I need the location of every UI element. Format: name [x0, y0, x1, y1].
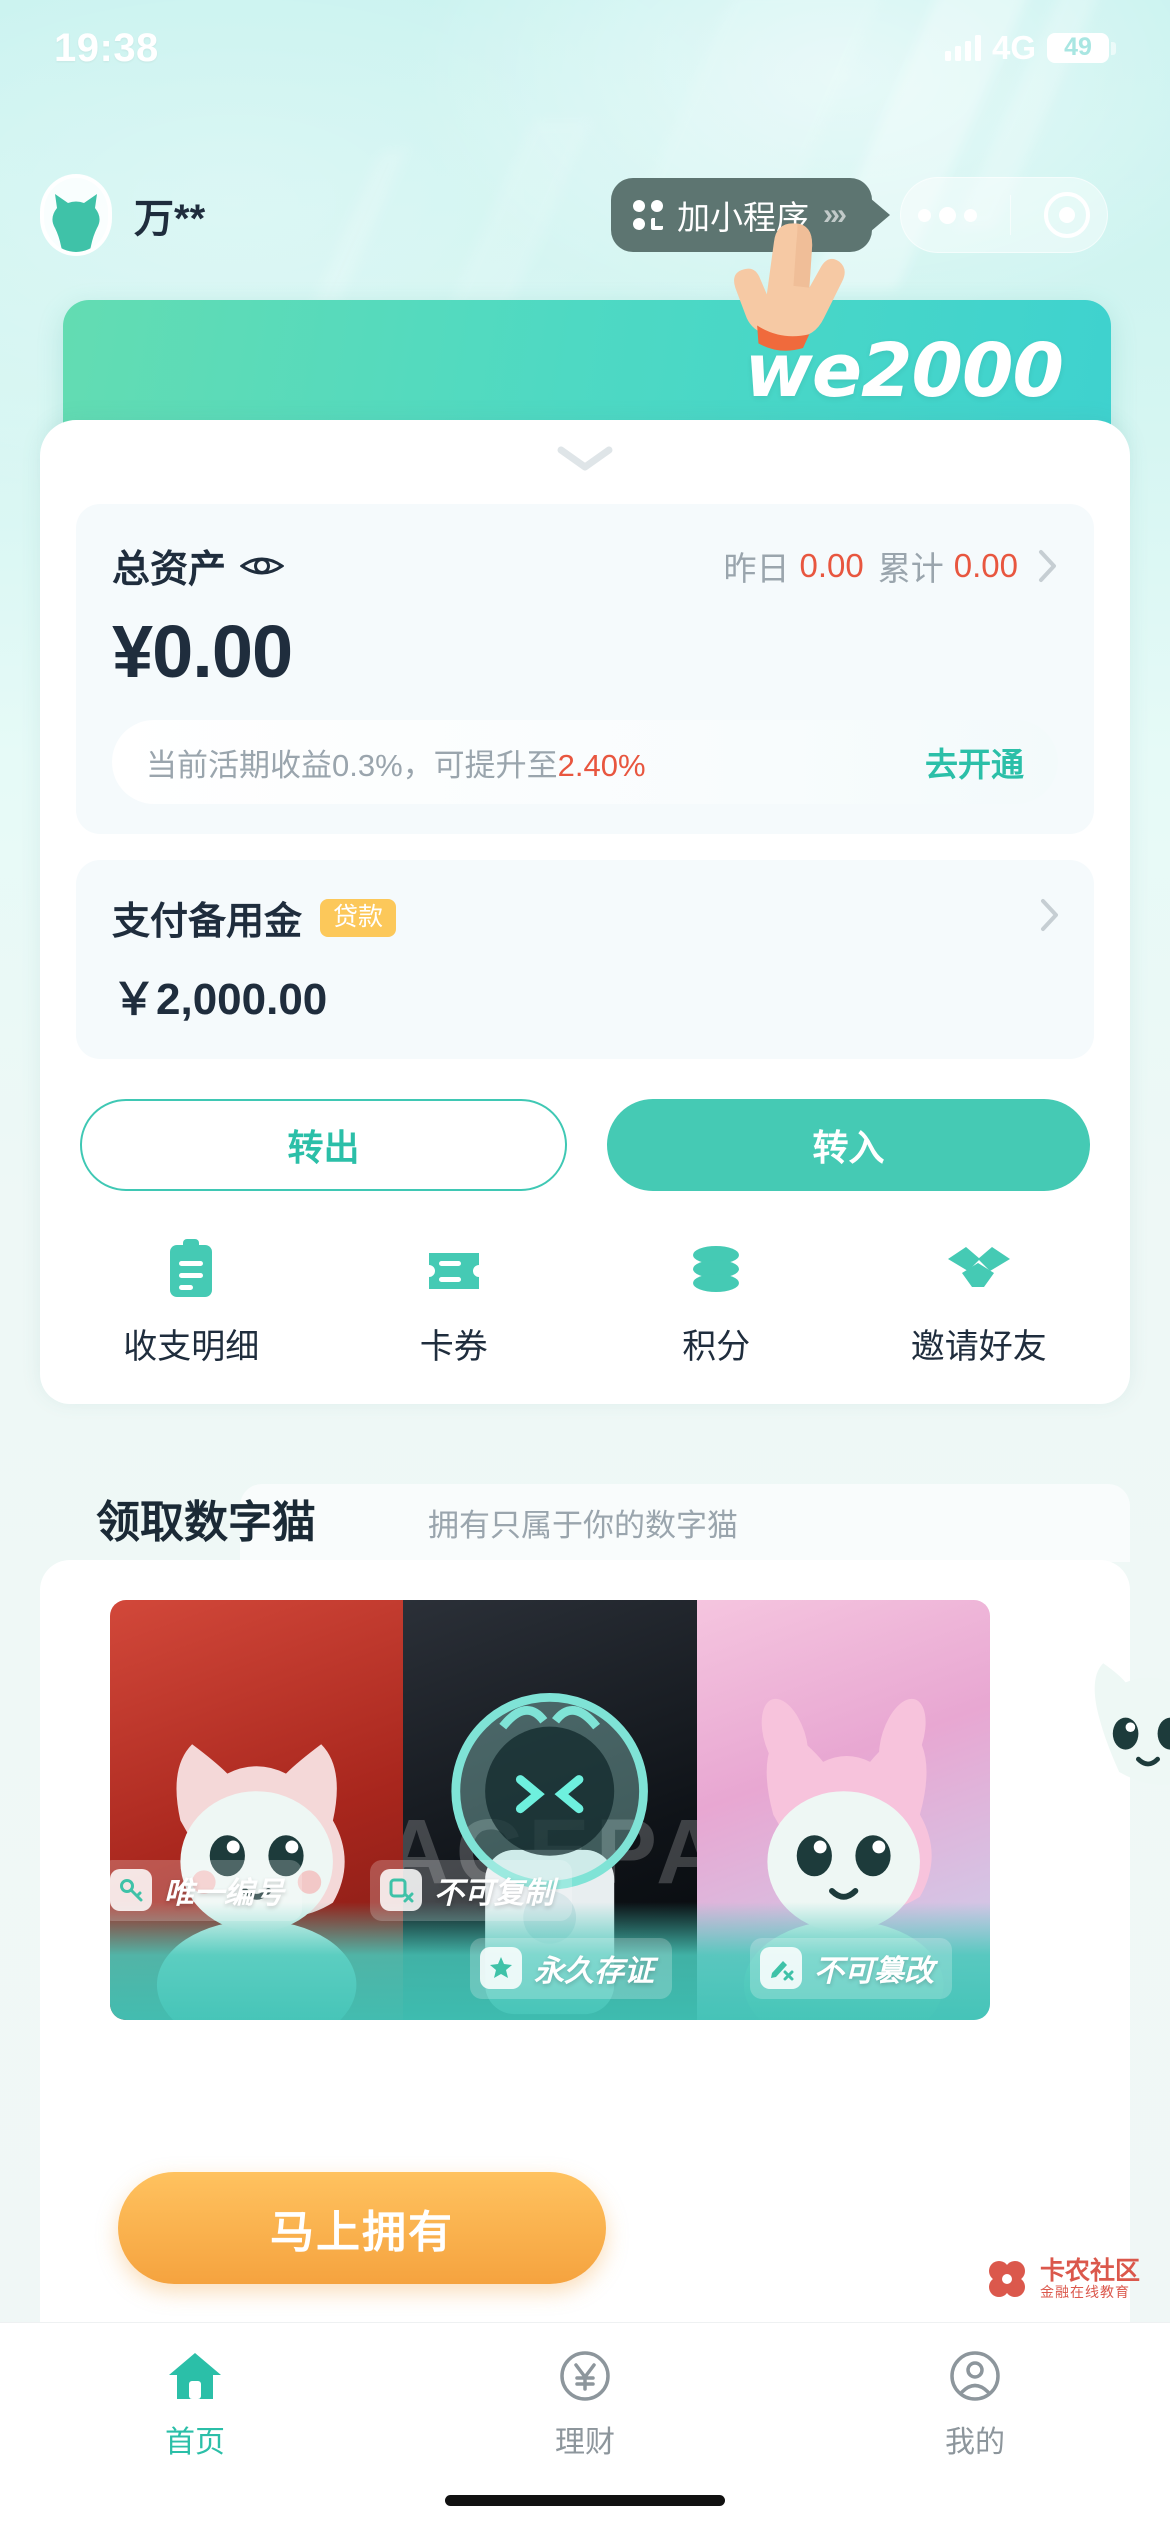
tab-label: 首页 — [165, 2426, 225, 2459]
reserve-fund-label: 支付备用金 — [112, 901, 303, 943]
home-icon — [167, 2347, 223, 2405]
bill-list-icon — [162, 1237, 220, 1299]
digital-cat-subtitle: 拥有只属于你的数字猫 — [428, 1508, 738, 1543]
bottom-tab-bar: 首页 理财 我的 — [0, 2322, 1170, 2532]
chevron-right-icon — [1041, 899, 1058, 931]
chevron-right-icon — [1039, 549, 1056, 582]
total-assets-amount: ¥0.00 — [112, 610, 293, 693]
watermark-line2: 金融在线教育 — [1039, 2284, 1130, 2301]
status-time: 19:38 — [54, 25, 159, 70]
transfer-button-row: 转出 转入 — [80, 1099, 1090, 1191]
interest-rate-highlight: 2.40% — [557, 747, 646, 783]
yuan-circle-icon — [558, 2347, 612, 2405]
mini-program-grid-icon — [633, 200, 664, 230]
home-indicator — [445, 2495, 725, 2506]
digital-cat-header: 领取数字猫 拥有只属于你的数字猫 — [40, 1474, 1130, 1566]
quick-action-invite[interactable]: 邀请好友 — [848, 1237, 1111, 1368]
yesterday-label: 昨日 — [723, 549, 790, 587]
claim-cta-wrap: 马上拥有 — [118, 2172, 606, 2284]
tag-label: 唯一编号 — [164, 1877, 284, 1910]
tag-label: 永久存证 — [534, 1955, 654, 1988]
coins-stack-icon — [685, 1237, 747, 1299]
transfer-out-button[interactable]: 转出 — [80, 1099, 567, 1191]
clover-icon — [988, 2261, 1025, 2297]
quick-action-points[interactable]: 积分 — [585, 1237, 848, 1368]
total-earnings-value: 0.00 — [953, 546, 1018, 584]
header-bar: 万** 加小程序 ››› — [0, 168, 1170, 262]
total-assets-label: 总资产 — [112, 549, 227, 591]
reserve-fund-card[interactable]: 支付备用金 贷款 ￥2,000.00 — [76, 860, 1094, 1059]
quick-action-bill[interactable]: 收支明细 — [60, 1237, 323, 1368]
username-label: 万** — [134, 197, 206, 241]
reserve-fund-amount: ￥2,000.00 — [112, 975, 328, 1024]
tab-finance[interactable]: 理财 — [390, 2347, 780, 2461]
tab-home[interactable]: 首页 — [0, 2347, 390, 2461]
interest-upgrade-row[interactable]: 当前活期收益0.3%，可提升至2.40% 去开通 — [112, 720, 1058, 804]
tag-tamper-proof: 不可篡改 — [750, 1938, 952, 1999]
transfer-in-button[interactable]: 转入 — [607, 1099, 1090, 1191]
collapse-sheet-handle[interactable] — [40, 420, 1130, 496]
more-dots-icon[interactable] — [917, 206, 977, 224]
quick-action-label: 卡券 — [419, 1328, 488, 1366]
handshake-icon — [944, 1237, 1014, 1299]
status-bar: 19:38 4G 49 — [0, 0, 1170, 96]
total-assets-card[interactable]: 总资产 昨日 0.00 累计 0.00 ¥0.00 当前活期收益0.3%，可提升… — [76, 504, 1094, 834]
person-circle-icon — [948, 2347, 1002, 2405]
cat-avatar-icon — [52, 194, 100, 252]
quick-action-coupon[interactable]: 卡券 — [323, 1237, 586, 1368]
copy-block-icon — [380, 1869, 422, 1911]
quick-actions-row: 收支明细 卡券 积分 邀请好友 — [60, 1237, 1110, 1368]
tag-no-copy: 不可复制 — [370, 1860, 572, 1921]
quick-action-label: 积分 — [682, 1328, 751, 1366]
tag-label: 不可篡改 — [814, 1955, 934, 1988]
tag-label: 不可复制 — [434, 1877, 554, 1910]
digital-cat-title: 领取数字猫 — [96, 1498, 316, 1547]
eye-icon[interactable] — [240, 551, 285, 581]
key-icon — [110, 1869, 152, 1911]
app-root: 19:38 4G 49 万** 加小程序 ››› we2000 总资产 昨日 0… — [0, 0, 1170, 2532]
claim-now-button[interactable]: 马上拥有 — [118, 2172, 606, 2284]
total-earnings-label: 累计 — [877, 549, 944, 587]
tag-permanent-record: 永久存证 — [470, 1938, 672, 1999]
chevron-down-icon — [557, 446, 613, 471]
tab-label: 我的 — [945, 2426, 1005, 2459]
battery-tip-icon — [1111, 41, 1116, 55]
yesterday-value: 0.00 — [799, 546, 864, 584]
star-shield-icon — [480, 1947, 522, 1989]
capsule-divider — [1009, 195, 1011, 235]
activate-button[interactable]: 去开通 — [925, 738, 1024, 786]
quick-action-label: 邀请好友 — [910, 1328, 1047, 1366]
watermark: 卡农社区 金融在线教育 — [984, 2256, 1140, 2302]
loan-badge: 贷款 — [320, 898, 397, 937]
wechat-capsule[interactable] — [900, 177, 1108, 253]
interest-rate-text: 当前活期收益0.3%，可提升至2.40% — [146, 740, 646, 785]
pointing-hand-icon — [734, 223, 845, 351]
signal-bars-icon — [944, 35, 981, 61]
peek-cat-icon — [1094, 1663, 1170, 1785]
network-type-label: 4G — [991, 29, 1036, 66]
tab-label: 理财 — [555, 2426, 615, 2459]
watermark-line1: 卡农社区 — [1039, 2256, 1140, 2285]
battery-level: 49 — [1047, 33, 1109, 63]
interest-rate-prefix: 当前活期收益0.3%，可提升至 — [146, 747, 558, 783]
capsule-target-icon[interactable] — [1044, 192, 1091, 238]
quick-action-label: 收支明细 — [123, 1328, 260, 1366]
tag-unique-id: 唯一编号 — [100, 1860, 302, 1921]
edit-block-icon — [760, 1947, 802, 1989]
asset-sheet: 总资产 昨日 0.00 累计 0.00 ¥0.00 当前活期收益0.3%，可提升… — [40, 420, 1130, 1404]
asset-earnings-summary[interactable]: 昨日 0.00 累计 0.00 — [724, 542, 1058, 590]
avatar[interactable] — [40, 174, 112, 256]
coupon-ticket-icon — [423, 1237, 485, 1299]
tab-mine[interactable]: 我的 — [780, 2347, 1170, 2461]
